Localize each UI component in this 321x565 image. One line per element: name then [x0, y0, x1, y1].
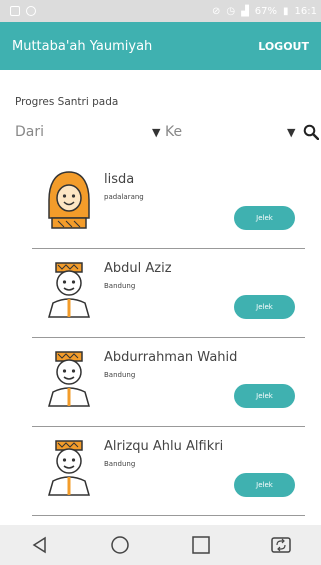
student-name: Abdul Aziz	[104, 261, 172, 276]
navigation-bar	[0, 525, 321, 565]
dropdown-caret-icon[interactable]: ▼	[287, 126, 295, 139]
battery-text: 67%	[254, 5, 278, 17]
male-avatar-icon	[44, 437, 94, 497]
status-button[interactable]: Jelek	[234, 473, 295, 497]
student-name: Alrizqu Ahlu Alfikri	[104, 439, 224, 454]
female-avatar-icon	[44, 170, 94, 230]
dropdown-caret-icon[interactable]: ▼	[152, 126, 160, 139]
list-item: Abdurrahman Wahid Bandung Jelek	[0, 338, 321, 427]
status-bar: ⊘ ◷ ▟ 67% ▮ 16:1	[0, 0, 321, 22]
student-name: lisda	[104, 172, 135, 187]
screen-rotate-icon[interactable]	[261, 530, 301, 560]
recent-apps-icon[interactable]	[181, 530, 221, 560]
alarm-icon: ◷	[226, 5, 236, 17]
date-filter: Dari ▼ Ke ▼	[15, 124, 320, 144]
student-city: Bandung	[104, 282, 136, 290]
app-bar: Muttaba'ah Yaumiyah LOGOUT	[0, 22, 321, 70]
signal-icon: ▟	[241, 5, 249, 17]
list-item: Abdul Aziz Bandung Jelek	[0, 249, 321, 338]
progress-label: Progres Santri pada	[15, 96, 119, 108]
logout-button[interactable]: LOGOUT	[258, 40, 321, 53]
home-icon[interactable]	[100, 530, 140, 560]
student-city: Bandung	[104, 460, 136, 468]
search-icon[interactable]	[303, 124, 320, 144]
student-name: Abdurrahman Wahid	[104, 350, 238, 365]
list-item: lisda padalarang Jelek	[0, 160, 321, 249]
image-icon	[10, 6, 20, 16]
list-item: Alrizqu Ahlu Alfikri Bandung Jelek	[0, 427, 321, 516]
status-button[interactable]: Jelek	[234, 206, 295, 230]
divider	[32, 515, 305, 516]
app-title: Muttaba'ah Yaumiyah	[12, 38, 153, 54]
male-avatar-icon	[44, 259, 94, 319]
student-city: padalarang	[104, 193, 144, 201]
battery-icon: ▮	[283, 5, 289, 17]
status-button[interactable]: Jelek	[234, 295, 295, 319]
back-icon[interactable]	[20, 530, 60, 560]
clock: 16:1	[294, 5, 317, 17]
messenger-icon	[26, 6, 36, 16]
student-list: lisda padalarang Jelek Abdul Aziz Bandun…	[0, 160, 321, 516]
from-date-field[interactable]: Dari	[15, 124, 44, 140]
to-date-field[interactable]: Ke	[165, 124, 182, 140]
student-city: Bandung	[104, 371, 136, 379]
status-button[interactable]: Jelek	[234, 384, 295, 408]
mute-icon: ⊘	[211, 5, 221, 17]
male-avatar-icon	[44, 348, 94, 408]
